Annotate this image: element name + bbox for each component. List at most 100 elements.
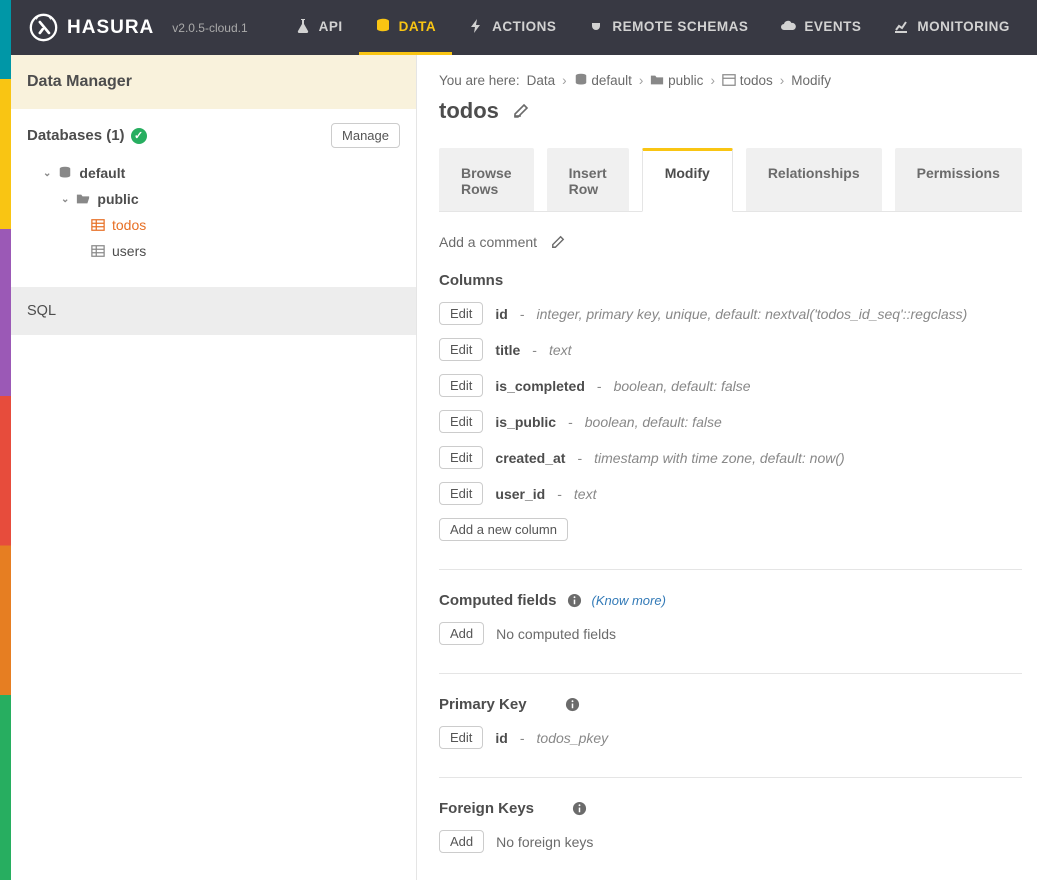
chevron-right-icon: › — [710, 73, 715, 88]
column-name: is_public — [495, 414, 556, 430]
column-name: id — [495, 306, 507, 322]
nav-remote-schemas[interactable]: REMOTE SCHEMAS — [572, 0, 764, 55]
add-foreign-key-button[interactable]: Add — [439, 830, 484, 853]
tab-browse-rows[interactable]: Browse Rows — [439, 148, 534, 211]
brand-logo[interactable]: HASURA v2.0.5-cloud.1 — [29, 13, 248, 42]
table-icon — [722, 73, 736, 87]
breadcrumb-item[interactable]: public — [650, 73, 703, 88]
add-comment-button[interactable]: Add a comment — [439, 234, 1022, 250]
know-more-link[interactable]: (Know more) — [592, 593, 666, 608]
chevron-down-icon: ⌄ — [61, 194, 69, 205]
edit-column-button[interactable]: Edit — [439, 302, 483, 325]
foreign-keys-empty-text: No foreign keys — [496, 834, 593, 850]
edit-column-button[interactable]: Edit — [439, 446, 483, 469]
tab-modify[interactable]: Modify — [642, 148, 733, 212]
chevron-down-icon: ⌄ — [43, 168, 51, 179]
info-icon — [572, 801, 587, 816]
edit-column-button[interactable]: Edit — [439, 374, 483, 397]
pencil-icon — [551, 235, 565, 249]
nav-actions[interactable]: ACTIONS — [452, 0, 572, 55]
chevron-right-icon: › — [780, 73, 785, 88]
edit-column-button[interactable]: Edit — [439, 410, 483, 433]
page-title: todos — [439, 98, 499, 124]
column-name: user_id — [495, 486, 545, 502]
column-row: Editid-integer, primary key, unique, def… — [439, 302, 1022, 325]
tree-table-todos[interactable]: todos — [27, 212, 400, 238]
computed-fields-heading: Computed fields — [439, 592, 557, 609]
column-row: Editis_completed-boolean, default: false — [439, 374, 1022, 397]
column-row: Editcreated_at-timestamp with time zone,… — [439, 446, 1022, 469]
edit-column-button[interactable]: Edit — [439, 338, 483, 361]
primary-key-column: id — [495, 730, 507, 746]
divider — [439, 673, 1022, 674]
nav-events[interactable]: EVENTS — [764, 0, 877, 55]
column-detail: boolean, default: false — [614, 378, 751, 394]
breadcrumb-item: Modify — [791, 73, 831, 88]
tab-insert-row[interactable]: Insert Row — [547, 148, 629, 211]
column-row: Editis_public-boolean, default: false — [439, 410, 1022, 433]
decorative-rainbow-strip — [0, 0, 11, 880]
info-icon — [567, 593, 582, 608]
chart-icon — [893, 18, 909, 34]
tree-database-default[interactable]: ⌄ default — [27, 160, 400, 186]
edit-title-icon[interactable] — [513, 103, 529, 119]
cloud-icon — [780, 18, 796, 34]
table-icon — [91, 244, 105, 258]
column-detail: boolean, default: false — [585, 414, 722, 430]
sql-link[interactable]: SQL — [11, 287, 416, 335]
database-icon — [574, 73, 588, 87]
add-column-button[interactable]: Add a new column — [439, 518, 568, 541]
nav-label: MONITORING — [917, 19, 1010, 34]
column-detail: text — [574, 486, 597, 502]
flask-icon — [295, 18, 311, 34]
nav-label: ACTIONS — [492, 19, 556, 34]
info-icon — [565, 697, 580, 712]
breadcrumb-prefix: You are here: — [439, 73, 520, 88]
divider — [439, 777, 1022, 778]
computed-empty-text: No computed fields — [496, 626, 616, 642]
tree-table-users[interactable]: users — [27, 238, 400, 264]
edit-column-button[interactable]: Edit — [439, 482, 483, 505]
tree-schema-public[interactable]: ⌄ public — [27, 186, 400, 212]
tree-table-label: users — [112, 243, 146, 259]
column-detail: timestamp with time zone, default: now() — [594, 450, 845, 466]
brand-name: HASURA — [67, 17, 154, 39]
nav-label: EVENTS — [804, 19, 861, 34]
databases-heading: Databases (1) — [27, 127, 125, 144]
tree-table-label: todos — [112, 217, 146, 233]
chevron-right-icon: › — [562, 73, 567, 88]
nav-label: REMOTE SCHEMAS — [612, 19, 748, 34]
breadcrumb-item[interactable]: todos — [722, 73, 773, 88]
primary-key-constraint: todos_pkey — [537, 730, 609, 746]
add-comment-label: Add a comment — [439, 234, 537, 250]
tab-permissions[interactable]: Permissions — [895, 148, 1022, 211]
breadcrumb: You are here: Data › default › public › todo… — [439, 73, 1022, 88]
column-row: Edittitle-text — [439, 338, 1022, 361]
column-name: title — [495, 342, 520, 358]
nav-api[interactable]: API — [279, 0, 359, 55]
add-computed-field-button[interactable]: Add — [439, 622, 484, 645]
nav-monitoring[interactable]: MONITORING — [877, 0, 1026, 55]
table-icon — [91, 218, 105, 232]
nav-label: API — [319, 19, 343, 34]
database-icon — [375, 18, 391, 34]
version-label: v2.0.5-cloud.1 — [172, 21, 247, 35]
foreign-keys-heading: Foreign Keys — [439, 800, 534, 817]
manage-button[interactable]: Manage — [331, 123, 400, 148]
edit-primary-key-button[interactable]: Edit — [439, 726, 483, 749]
primary-key-heading: Primary Key — [439, 696, 527, 713]
sidebar-title: Data Manager — [11, 55, 416, 109]
folder-open-icon — [76, 192, 90, 206]
top-navbar: HASURA v2.0.5-cloud.1 API DATA ACTIONS REMO… — [11, 0, 1037, 55]
nav-data[interactable]: DATA — [359, 0, 453, 55]
breadcrumb-item[interactable]: Data — [527, 73, 556, 88]
plug-icon — [588, 18, 604, 34]
column-detail: text — [549, 342, 572, 358]
nav-label: DATA — [399, 19, 437, 34]
columns-heading: Columns — [439, 272, 1022, 289]
tab-relationships[interactable]: Relationships — [746, 148, 882, 211]
sidebar: Data Manager Databases (1) ✓ Manage ⌄ de… — [11, 55, 417, 880]
sql-label: SQL — [27, 303, 56, 319]
bolt-icon — [468, 18, 484, 34]
breadcrumb-item[interactable]: default — [574, 73, 632, 88]
